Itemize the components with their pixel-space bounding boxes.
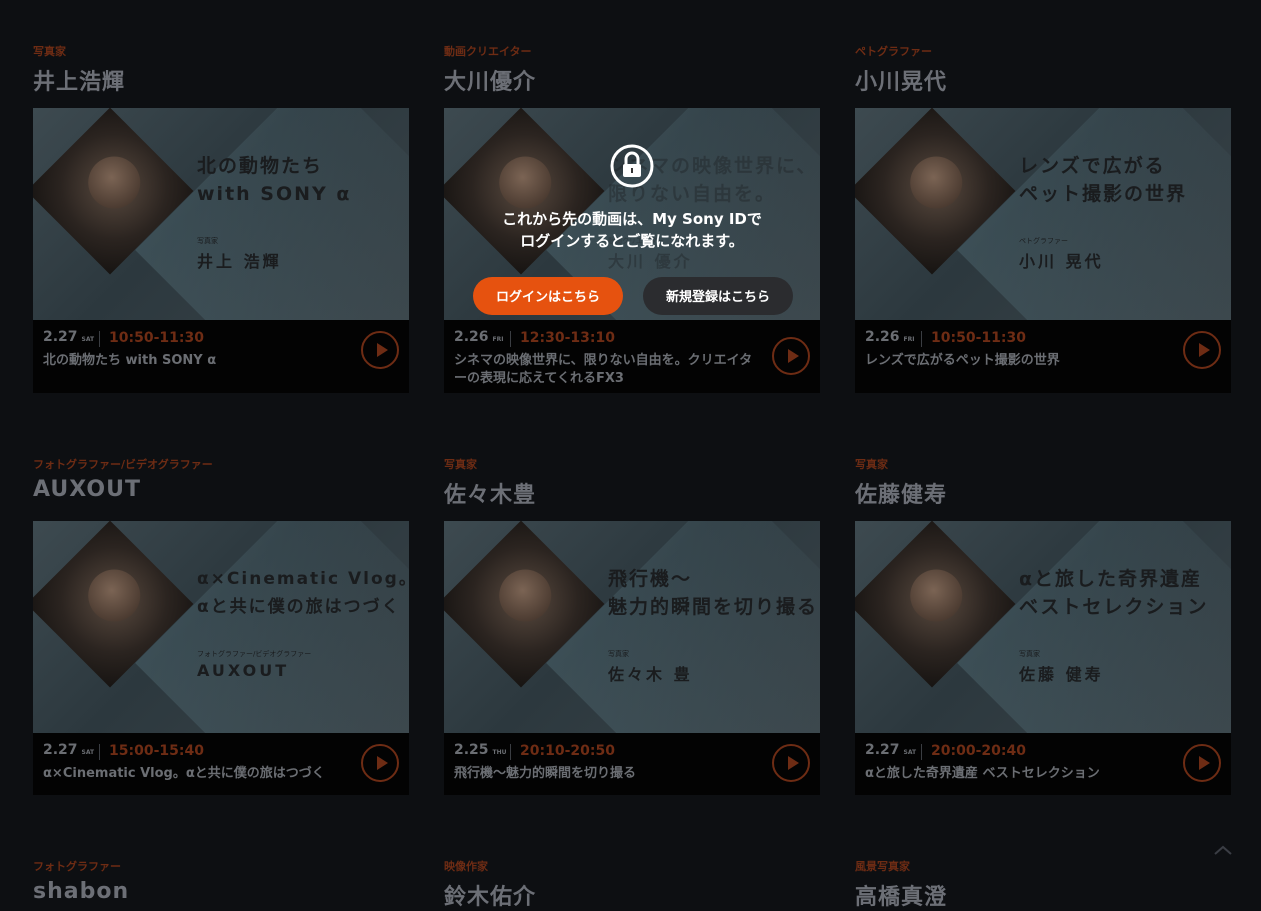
speaker-role: 写真家 [444, 458, 477, 471]
session-title: シネマの映像世界に、限りない自由を。クリエイターの表現に応えてくれるFX3 [454, 353, 753, 386]
video-thumbnail[interactable]: レンズで広がる ペット撮影の世界 ペトグラファー 小川 晃代 [855, 108, 1231, 320]
thumbnail-title: レンズで広がる ペット撮影の世界 [1019, 155, 1188, 205]
thumbnail-speaker: 井上 浩輝 [197, 252, 282, 271]
play-icon[interactable] [1183, 744, 1221, 782]
play-icon[interactable] [1183, 331, 1221, 369]
play-icon[interactable] [361, 744, 399, 782]
session-time: 20:10-20:50 [520, 743, 615, 759]
speaker-name: 佐藤健寿 [855, 483, 948, 508]
session-time: 20:00-20:40 [931, 743, 1026, 759]
speaker-role: 写真家 [855, 458, 888, 471]
session-info: 2.27 SAT 15:00-15:40 α×Cinematic Vlog。αと共… [33, 733, 409, 795]
session-date: 2.27 SAT [43, 742, 95, 758]
thumbnail-speaker: 小川 晃代 [1019, 252, 1104, 271]
thumbnail-title: 北の動物たち with SONY α [197, 155, 352, 205]
speaker-role: 写真家 [33, 45, 66, 58]
thumbnail-role: フォトグラファー/ビデオグラファー [197, 650, 312, 658]
speaker-role: フォトグラファー [33, 860, 121, 873]
thumbnail-title: α×Cinematic Vlog。 αと共に僕の旅はつづく [197, 569, 409, 617]
speaker-role: 動画クリエイター [444, 45, 532, 58]
session-title: α×Cinematic Vlog。αと共に僕の旅はつづく [43, 766, 325, 781]
video-thumbnail[interactable]: αと旅した奇界遺産 ベストセレクション 写真家 佐藤 健寿 [855, 521, 1231, 733]
session-date: 2.26 FRI [454, 329, 504, 345]
login-required-overlay: これから先の動画は、My Sony IDで ログインするとご覧になれます。 ログ… [444, 108, 820, 320]
speaker-role: 風景写真家 [855, 860, 910, 873]
speaker-name: AUXOUT [33, 477, 141, 502]
login-message: これから先の動画は、My Sony IDで ログインするとご覧になれます。 [502, 210, 762, 250]
session-title: αと旅した奇界遺産 ベストセレクション [865, 766, 1100, 781]
session-date: 2.27 SAT [865, 742, 917, 758]
session-title: 飛行機～魅力的瞬間を切り撮る [454, 766, 637, 781]
session-date: 2.27 SAT [43, 329, 95, 345]
session-info: 2.27 SAT 10:50-11:30 北の動物たち with SONY α [33, 320, 409, 393]
video-thumbnail[interactable]: α×Cinematic Vlog。 αと共に僕の旅はつづく フォトグラファー/ビデ… [33, 521, 409, 733]
speaker-role: フォトグラファー/ビデオグラファー [33, 458, 213, 471]
speaker-name: 井上浩輝 [33, 70, 126, 95]
speaker-name: 鈴木佑介 [444, 885, 537, 910]
speaker-name: 大川優介 [444, 70, 537, 95]
thumbnail-role: 写真家 [197, 237, 218, 245]
speaker-role: ペトグラファー [855, 45, 932, 58]
play-icon[interactable] [361, 331, 399, 369]
session-time: 10:50-11:30 [931, 330, 1026, 346]
chevron-up-icon[interactable] [1212, 843, 1234, 857]
speaker-name: 佐々木豊 [444, 483, 537, 508]
session-time: 15:00-15:40 [109, 743, 204, 759]
play-icon[interactable] [772, 337, 810, 375]
thumbnail-role: 写真家 [608, 650, 629, 658]
session-date: 2.25 THU [454, 742, 507, 758]
thumbnail-speaker: 佐々木 豊 [608, 665, 693, 684]
session-title: 北の動物たち with SONY α [43, 353, 217, 368]
video-thumbnail[interactable]: 北の動物たち with SONY α 写真家 井上 浩輝 [33, 108, 409, 320]
session-info: 2.26 FRI 12:30-13:10 シネマの映像世界に、限りない自由を。クリ… [444, 320, 820, 393]
thumbnail-title: 飛行機～ 魅力的瞬間を切り撮る [608, 568, 819, 618]
speaker-name: shabon [33, 879, 130, 904]
speaker-name: 小川晃代 [855, 70, 948, 95]
session-time: 10:50-11:30 [109, 330, 204, 346]
session-title: レンズで広がるペット撮影の世界 [865, 353, 1060, 368]
session-time: 12:30-13:10 [520, 330, 615, 346]
session-info: 2.25 THU 20:10-20:50 飛行機～魅力的瞬間を切り撮る [444, 733, 820, 795]
session-info: 2.27 SAT 20:00-20:40 αと旅した奇界遺産 ベストセレクション [855, 733, 1231, 795]
speaker-role: 映像作家 [444, 860, 488, 873]
register-button[interactable]: 新規登録はこちら [643, 277, 793, 315]
thumbnail-role: ペトグラファー [1019, 237, 1068, 245]
video-thumbnail[interactable]: 飛行機～ 魅力的瞬間を切り撮る 写真家 佐々木 豊 [444, 521, 820, 733]
lock-icon [610, 144, 654, 188]
thumbnail-title: αと旅した奇界遺産 ベストセレクション [1019, 568, 1209, 618]
speaker-name: 高橋真澄 [855, 885, 948, 910]
thumbnail-speaker: AUXOUT [197, 661, 290, 680]
thumbnail-speaker: 佐藤 健寿 [1019, 665, 1104, 684]
session-date: 2.26 FRI [865, 329, 915, 345]
login-button[interactable]: ログインはこちら [473, 277, 623, 315]
session-info: 2.26 FRI 10:50-11:30 レンズで広がるペット撮影の世界 [855, 320, 1231, 393]
play-icon[interactable] [772, 744, 810, 782]
thumbnail-role: 写真家 [1019, 650, 1040, 658]
